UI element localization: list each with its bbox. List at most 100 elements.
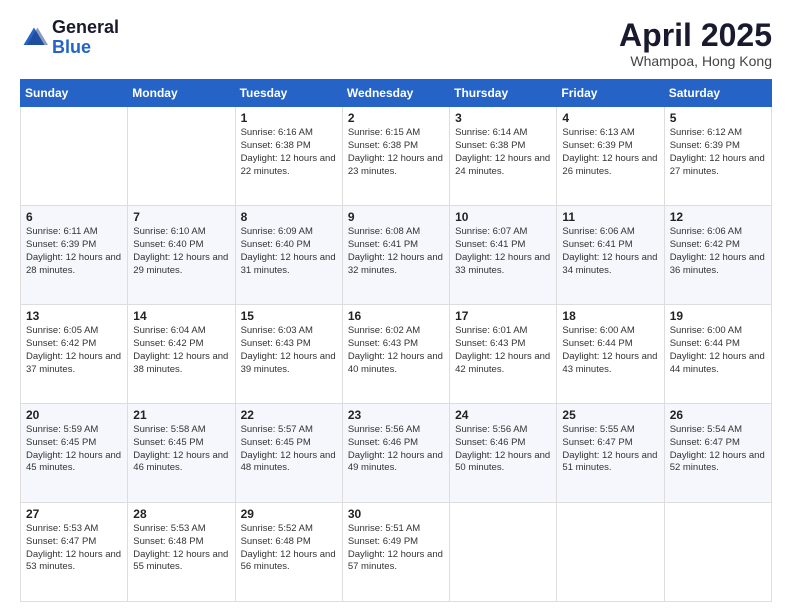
day-number: 15 bbox=[241, 309, 337, 323]
day-number: 21 bbox=[133, 408, 229, 422]
calendar-header-wednesday: Wednesday bbox=[342, 80, 449, 107]
day-number: 1 bbox=[241, 111, 337, 125]
calendar-cell: 8 Sunrise: 6:09 AMSunset: 6:40 PMDaylight… bbox=[235, 206, 342, 305]
logo-blue: Blue bbox=[52, 38, 119, 58]
day-number: 12 bbox=[670, 210, 766, 224]
logo-text: General Blue bbox=[52, 18, 119, 58]
calendar-cell: 5 Sunrise: 6:12 AMSunset: 6:39 PMDaylight… bbox=[664, 107, 771, 206]
day-number: 20 bbox=[26, 408, 122, 422]
calendar-cell: 11Sunrise: 6:06 AMSunset: 6:41 PMDayligh… bbox=[557, 206, 664, 305]
day-info: Sunrise: 6:07 AMSunset: 6:41 PMDaylight:… bbox=[455, 226, 551, 277]
day-info: Sunrise: 6:08 AMSunset: 6:41 PMDaylight:… bbox=[348, 226, 444, 277]
month-title: April 2025 bbox=[619, 18, 772, 53]
day-info: Sunrise: 6:00 AMSunset: 6:44 PMDaylight:… bbox=[562, 325, 658, 376]
day-info: Sunrise: 6:10 AMSunset: 6:40 PMDaylight:… bbox=[133, 226, 229, 277]
day-number: 30 bbox=[348, 507, 444, 521]
day-number: 5 bbox=[670, 111, 766, 125]
day-number: 9 bbox=[348, 210, 444, 224]
calendar-week-row: 6Sunrise: 6:11 AMSunset: 6:39 PMDaylight… bbox=[21, 206, 772, 305]
calendar-week-row: 20Sunrise: 5:59 AMSunset: 6:45 PMDayligh… bbox=[21, 404, 772, 503]
calendar-header-saturday: Saturday bbox=[664, 80, 771, 107]
day-number: 25 bbox=[562, 408, 658, 422]
calendar-cell: 2 Sunrise: 6:15 AMSunset: 6:38 PMDaylight… bbox=[342, 107, 449, 206]
calendar-cell: 24 Sunrise: 5:56 AMSunset: 6:46 PMDayligh… bbox=[450, 404, 557, 503]
day-number: 3 bbox=[455, 111, 551, 125]
calendar-week-row: 1Sunrise: 6:16 AMSunset: 6:38 PMDaylight… bbox=[21, 107, 772, 206]
header: General Blue April 2025 Whampoa, Hong Ko… bbox=[20, 18, 772, 69]
calendar-cell bbox=[21, 107, 128, 206]
day-number: 19 bbox=[670, 309, 766, 323]
day-info: Sunrise: 6:02 AMSunset: 6:43 PMDaylight:… bbox=[348, 325, 444, 376]
logo-general: General bbox=[52, 18, 119, 38]
day-info: Sunrise: 5:58 AMSunset: 6:45 PMDaylight:… bbox=[133, 424, 229, 475]
day-number: 6 bbox=[26, 210, 122, 224]
calendar-cell: 25 Sunrise: 5:55 AMSunset: 6:47 PMDayligh… bbox=[557, 404, 664, 503]
calendar-cell: 1Sunrise: 6:16 AMSunset: 6:38 PMDaylight… bbox=[235, 107, 342, 206]
calendar-cell: 4 Sunrise: 6:13 AMSunset: 6:39 PMDaylight… bbox=[557, 107, 664, 206]
calendar-header-monday: Monday bbox=[128, 80, 235, 107]
day-number: 2 bbox=[348, 111, 444, 125]
calendar-cell: 13 Sunrise: 6:05 AMSunset: 6:42 PMDayligh… bbox=[21, 305, 128, 404]
day-number: 24 bbox=[455, 408, 551, 422]
calendar-cell: 9 Sunrise: 6:08 AMSunset: 6:41 PMDaylight… bbox=[342, 206, 449, 305]
day-info: Sunrise: 5:56 AMSunset: 6:46 PMDaylight:… bbox=[348, 424, 444, 475]
location: Whampoa, Hong Kong bbox=[619, 53, 772, 69]
day-number: 18 bbox=[562, 309, 658, 323]
day-info: Sunrise: 6:15 AMSunset: 6:38 PMDaylight:… bbox=[348, 127, 444, 178]
day-info: Sunrise: 6:13 AMSunset: 6:39 PMDaylight:… bbox=[562, 127, 658, 178]
day-number: 8 bbox=[241, 210, 337, 224]
day-number: 13 bbox=[26, 309, 122, 323]
calendar-cell: 20Sunrise: 5:59 AMSunset: 6:45 PMDayligh… bbox=[21, 404, 128, 503]
calendar-cell: 21 Sunrise: 5:58 AMSunset: 6:45 PMDayligh… bbox=[128, 404, 235, 503]
calendar-cell: 14Sunrise: 6:04 AMSunset: 6:42 PMDayligh… bbox=[128, 305, 235, 404]
calendar-cell: 23 Sunrise: 5:56 AMSunset: 6:46 PMDayligh… bbox=[342, 404, 449, 503]
day-info: Sunrise: 6:00 AMSunset: 6:44 PMDaylight:… bbox=[670, 325, 766, 376]
calendar-cell: 3Sunrise: 6:14 AMSunset: 6:38 PMDaylight… bbox=[450, 107, 557, 206]
day-number: 28 bbox=[133, 507, 229, 521]
day-info: Sunrise: 5:57 AMSunset: 6:45 PMDaylight:… bbox=[241, 424, 337, 475]
calendar-header-sunday: Sunday bbox=[21, 80, 128, 107]
day-number: 26 bbox=[670, 408, 766, 422]
calendar-cell: 12 Sunrise: 6:06 AMSunset: 6:42 PMDayligh… bbox=[664, 206, 771, 305]
day-info: Sunrise: 5:53 AMSunset: 6:47 PMDaylight:… bbox=[26, 523, 122, 574]
day-number: 4 bbox=[562, 111, 658, 125]
calendar-cell: 17Sunrise: 6:01 AMSunset: 6:43 PMDayligh… bbox=[450, 305, 557, 404]
day-info: Sunrise: 5:56 AMSunset: 6:46 PMDaylight:… bbox=[455, 424, 551, 475]
calendar-cell: 10 Sunrise: 6:07 AMSunset: 6:41 PMDayligh… bbox=[450, 206, 557, 305]
calendar-week-row: 27 Sunrise: 5:53 AMSunset: 6:47 PMDayligh… bbox=[21, 503, 772, 602]
calendar-cell: 26 Sunrise: 5:54 AMSunset: 6:47 PMDayligh… bbox=[664, 404, 771, 503]
day-number: 10 bbox=[455, 210, 551, 224]
page: General Blue April 2025 Whampoa, Hong Ko… bbox=[0, 0, 792, 612]
calendar-header-row: SundayMondayTuesdayWednesdayThursdayFrid… bbox=[21, 80, 772, 107]
day-info: Sunrise: 6:06 AMSunset: 6:42 PMDaylight:… bbox=[670, 226, 766, 277]
day-number: 16 bbox=[348, 309, 444, 323]
calendar-cell: 28 Sunrise: 5:53 AMSunset: 6:48 PMDayligh… bbox=[128, 503, 235, 602]
day-number: 29 bbox=[241, 507, 337, 521]
calendar-cell: 29Sunrise: 5:52 AMSunset: 6:48 PMDayligh… bbox=[235, 503, 342, 602]
day-info: Sunrise: 6:09 AMSunset: 6:40 PMDaylight:… bbox=[241, 226, 337, 277]
calendar-cell bbox=[557, 503, 664, 602]
day-info: Sunrise: 6:12 AMSunset: 6:39 PMDaylight:… bbox=[670, 127, 766, 178]
day-number: 11 bbox=[562, 210, 658, 224]
logo-icon bbox=[20, 24, 48, 52]
day-info: Sunrise: 5:55 AMSunset: 6:47 PMDaylight:… bbox=[562, 424, 658, 475]
day-number: 27 bbox=[26, 507, 122, 521]
calendar-cell bbox=[450, 503, 557, 602]
calendar-header-friday: Friday bbox=[557, 80, 664, 107]
calendar-cell: 16 Sunrise: 6:02 AMSunset: 6:43 PMDayligh… bbox=[342, 305, 449, 404]
logo: General Blue bbox=[20, 18, 119, 58]
day-number: 23 bbox=[348, 408, 444, 422]
day-number: 22 bbox=[241, 408, 337, 422]
calendar-cell: 6Sunrise: 6:11 AMSunset: 6:39 PMDaylight… bbox=[21, 206, 128, 305]
calendar-cell: 15 Sunrise: 6:03 AMSunset: 6:43 PMDayligh… bbox=[235, 305, 342, 404]
calendar-cell: 18 Sunrise: 6:00 AMSunset: 6:44 PMDayligh… bbox=[557, 305, 664, 404]
calendar-header-tuesday: Tuesday bbox=[235, 80, 342, 107]
day-info: Sunrise: 6:05 AMSunset: 6:42 PMDaylight:… bbox=[26, 325, 122, 376]
day-info: Sunrise: 5:53 AMSunset: 6:48 PMDaylight:… bbox=[133, 523, 229, 574]
calendar: SundayMondayTuesdayWednesdayThursdayFrid… bbox=[20, 79, 772, 602]
calendar-cell: 30Sunrise: 5:51 AMSunset: 6:49 PMDayligh… bbox=[342, 503, 449, 602]
day-info: Sunrise: 5:54 AMSunset: 6:47 PMDaylight:… bbox=[670, 424, 766, 475]
day-info: Sunrise: 6:03 AMSunset: 6:43 PMDaylight:… bbox=[241, 325, 337, 376]
day-info: Sunrise: 6:01 AMSunset: 6:43 PMDaylight:… bbox=[455, 325, 551, 376]
title-block: April 2025 Whampoa, Hong Kong bbox=[619, 18, 772, 69]
